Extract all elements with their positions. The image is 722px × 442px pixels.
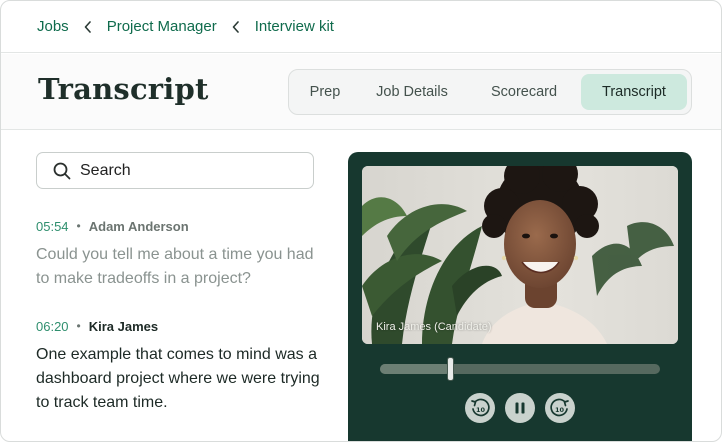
separator-dot: • <box>76 219 81 233</box>
forward-10-button[interactable]: 10 <box>545 393 575 423</box>
svg-text:10: 10 <box>555 406 565 414</box>
progress-handle[interactable] <box>446 357 454 381</box>
rewind-10-button[interactable]: 10 <box>465 393 495 423</box>
transcript-meta: 05:54 • Adam Anderson <box>36 218 326 234</box>
tab-scorecard[interactable]: Scorecard <box>467 74 581 110</box>
speaker-name: Adam Anderson <box>88 218 189 234</box>
progress-track[interactable] <box>380 357 660 381</box>
transcript-entry: 05:54 • Adam Anderson Could you tell me … <box>36 218 326 291</box>
candidate-video-image <box>362 166 678 344</box>
search-icon <box>53 162 71 179</box>
transcript-text: Could you tell me about a time you had t… <box>36 246 314 287</box>
rewind-10-icon: 10 <box>471 398 490 417</box>
breadcrumb-jobs[interactable]: Jobs <box>37 18 69 35</box>
transcript-text: One example that comes to mind was a das… <box>36 346 320 411</box>
page-header: Transcript Prep Job Details Scorecard Tr… <box>1 54 721 130</box>
pause-button[interactable] <box>505 393 535 423</box>
video-caption: Kira James (Candidate) <box>376 321 492 333</box>
tab-prep[interactable]: Prep <box>293 74 357 110</box>
breadcrumb-interview-kit[interactable]: Interview kit <box>255 18 334 35</box>
app-frame: Jobs Project Manager Interview kit Trans… <box>0 0 722 442</box>
search-input[interactable] <box>80 161 280 180</box>
breadcrumb-project-manager[interactable]: Project Manager <box>107 18 217 35</box>
video-player: Kira James (Candidate) 10 10 <box>348 152 692 441</box>
chevron-left-icon <box>84 20 92 33</box>
chevron-left-icon <box>232 20 240 33</box>
transcript-meta: 06:20 • Kira James <box>36 318 326 334</box>
breadcrumb: Jobs Project Manager Interview kit <box>1 1 721 53</box>
svg-text:10: 10 <box>476 406 486 414</box>
progress-fill <box>380 364 450 374</box>
forward-10-icon: 10 <box>550 398 569 417</box>
speaker-name: Kira James <box>88 318 159 334</box>
video-frame[interactable]: Kira James (Candidate) <box>362 166 678 344</box>
tab-bar: Prep Job Details Scorecard Transcript <box>288 69 692 115</box>
timestamp[interactable]: 05:54 <box>36 219 69 234</box>
timestamp[interactable]: 06:20 <box>36 319 69 334</box>
transcript-entry: 06:20 • Kira James One example that come… <box>36 318 326 415</box>
tab-transcript[interactable]: Transcript <box>581 74 687 110</box>
pause-icon <box>515 402 525 414</box>
tab-job-details[interactable]: Job Details <box>357 74 467 110</box>
separator-dot: • <box>76 319 81 333</box>
search-box <box>36 152 314 189</box>
page-title: Transcript <box>38 72 209 106</box>
